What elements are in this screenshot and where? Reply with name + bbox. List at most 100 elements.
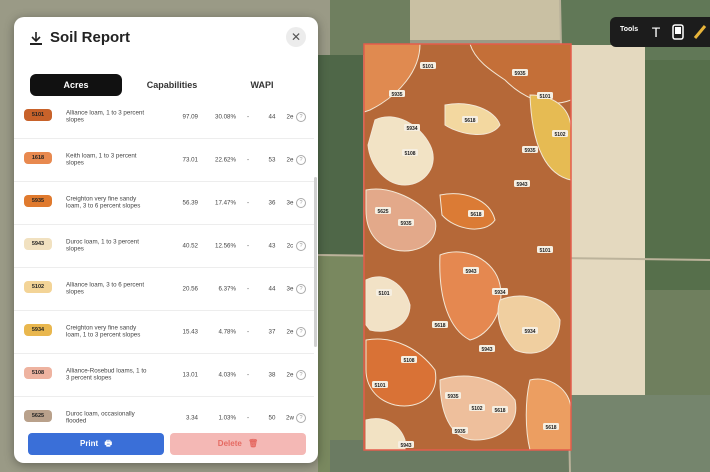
map-soil-label: 5625 xyxy=(377,209,388,215)
map-soil-label: 5943 xyxy=(400,443,411,449)
field-patch xyxy=(318,255,366,472)
soil-capability-class: 3e xyxy=(286,199,294,206)
soil-percent: 4.03% xyxy=(218,371,236,378)
soil-name: Alliance loam, 3 to 6 percent slopes xyxy=(66,281,145,296)
field-patch xyxy=(645,60,710,290)
table-row[interactable]: 5935 Creighton very fine sandy loam, 3 t… xyxy=(14,181,314,225)
soil-name: Duroc loam, occasionally flooded xyxy=(66,410,135,425)
soil-percent: 6.37% xyxy=(218,285,236,292)
table-row[interactable]: 5108 Alliance-Rosebud loams, 1 to 3 perc… xyxy=(14,353,314,397)
table-row[interactable]: 5943 Duroc loam, 1 to 3 percent slopes 4… xyxy=(14,224,314,268)
map-soil-label: 5935 xyxy=(447,394,458,400)
soil-empty-value: - xyxy=(246,371,250,378)
delete-label: Delete xyxy=(217,439,242,448)
soil-report-panel: Soil Report ✕ Acres Capabilities WAPI 51… xyxy=(14,17,318,463)
soil-code-badge: 5935 xyxy=(24,195,52,207)
trash-icon: 🗑 xyxy=(248,439,259,448)
panel-title: Soil Report xyxy=(50,29,131,46)
soil-productivity: 44 xyxy=(268,285,276,292)
soil-capability-class: 2e xyxy=(286,371,294,378)
table-row[interactable]: 5101 Alliance loam, 1 to 3 percent slope… xyxy=(14,107,314,139)
map-soil-label: 5618 xyxy=(545,425,556,431)
tab-capabilities[interactable]: Capabilities xyxy=(126,74,218,96)
close-button[interactable]: ✕ xyxy=(286,27,306,47)
info-icon[interactable]: ? xyxy=(296,326,306,337)
soil-code-badge: 1618 xyxy=(24,152,52,164)
field-patch xyxy=(560,395,710,472)
soil-acres: 3.34 xyxy=(185,414,198,421)
soil-productivity: 50 xyxy=(268,414,276,421)
soil-acres: 40.52 xyxy=(182,242,198,249)
map-soil-label: 5618 xyxy=(494,408,505,414)
table-scrollbar[interactable] xyxy=(314,177,317,347)
soil-percent: 1.03% xyxy=(218,414,236,421)
soil-percent: 4.78% xyxy=(218,328,236,335)
text-tool-icon[interactable]: T xyxy=(648,23,664,41)
soil-capability-class: 2e xyxy=(286,156,294,163)
map-soil-label: 5108 xyxy=(403,358,414,364)
soil-empty-value: - xyxy=(246,113,250,120)
pencil-tool-icon[interactable] xyxy=(692,23,708,41)
soil-empty-value: - xyxy=(246,285,250,292)
map-soil-label: 5935 xyxy=(524,148,535,154)
tab-acres[interactable]: Acres xyxy=(30,74,122,96)
soil-productivity: 53 xyxy=(268,156,276,163)
soil-capability-class: 2c xyxy=(286,242,294,249)
soil-code-badge: 5934 xyxy=(24,324,52,336)
soil-code-badge: 5101 xyxy=(24,109,52,121)
soil-empty-value: - xyxy=(246,328,250,335)
soil-empty-value: - xyxy=(246,242,250,249)
soil-empty-value: - xyxy=(246,414,250,421)
soil-name: Keith loam, 1 to 3 percent slopes xyxy=(66,152,137,167)
map-soil-label: 5101 xyxy=(374,383,385,389)
panel-header: Soil Report ✕ xyxy=(14,17,318,61)
table-row[interactable]: 5934 Creighton very fine sandy loam, 1 t… xyxy=(14,310,314,354)
soil-acres: 15.43 xyxy=(182,328,198,335)
map-soil-label: 5943 xyxy=(465,269,476,275)
map-soil-label: 5943 xyxy=(481,347,492,353)
soil-capability-class: 2e xyxy=(286,113,294,120)
map-soil-label: 5934 xyxy=(406,126,417,132)
map-soil-label: 5943 xyxy=(516,182,527,188)
map-soil-label: 5935 xyxy=(391,92,402,98)
map-soil-label: 5934 xyxy=(494,290,505,296)
map-soil-label: 5618 xyxy=(470,212,481,218)
info-icon[interactable]: ? xyxy=(296,197,306,208)
info-icon[interactable]: ? xyxy=(296,240,306,251)
info-icon[interactable]: ? xyxy=(296,369,306,380)
soil-name: Alliance-Rosebud loams, 1 to 3 percent s… xyxy=(66,367,147,382)
soil-percent: 12.56% xyxy=(215,242,236,249)
map-soil-label: 5101 xyxy=(539,94,550,100)
table-row[interactable]: 5102 Alliance loam, 3 to 6 percent slope… xyxy=(14,267,314,311)
phone-tool-icon[interactable] xyxy=(670,23,686,41)
info-icon[interactable]: ? xyxy=(296,412,306,423)
soil-acres: 97.09 xyxy=(182,113,198,120)
map-soil-label: 5618 xyxy=(434,323,445,329)
print-label: Print xyxy=(79,439,99,448)
soil-code-badge: 5102 xyxy=(24,281,52,293)
soil-table: 5101 Alliance loam, 1 to 3 percent slope… xyxy=(14,107,318,437)
soil-acres: 20.56 xyxy=(182,285,198,292)
map-soil-label: 5935 xyxy=(454,429,465,435)
info-icon[interactable]: ? xyxy=(296,283,306,294)
soil-name: Creighton very fine sandy loam, 3 to 6 p… xyxy=(66,195,141,210)
soil-percent: 30.08% xyxy=(215,113,236,120)
tab-wapi[interactable]: WAPI xyxy=(218,74,306,96)
map-soil-label: 5618 xyxy=(464,118,475,124)
soil-productivity: 38 xyxy=(268,371,276,378)
table-row[interactable]: 5625 Duroc loam, occasionally flooded 3.… xyxy=(14,396,314,437)
table-row[interactable]: 1618 Keith loam, 1 to 3 percent slopes 7… xyxy=(14,138,314,182)
soil-empty-value: - xyxy=(246,199,250,206)
soil-acres: 13.01 xyxy=(182,371,198,378)
print-button[interactable]: Print 🖶 xyxy=(28,433,164,455)
map-soil-label: 5934 xyxy=(524,329,535,335)
info-icon[interactable]: ? xyxy=(296,154,306,165)
map-soil-label: 5935 xyxy=(400,221,411,227)
map-soil-label: 5102 xyxy=(554,132,565,138)
soil-name: Duroc loam, 1 to 3 percent slopes xyxy=(66,238,139,253)
map-soil-label: 5101 xyxy=(422,64,433,70)
soil-capability-class: 3e xyxy=(286,285,294,292)
shovel-icon xyxy=(30,32,42,45)
info-icon[interactable]: ? xyxy=(296,111,306,122)
delete-button[interactable]: Delete 🗑 xyxy=(170,433,306,455)
